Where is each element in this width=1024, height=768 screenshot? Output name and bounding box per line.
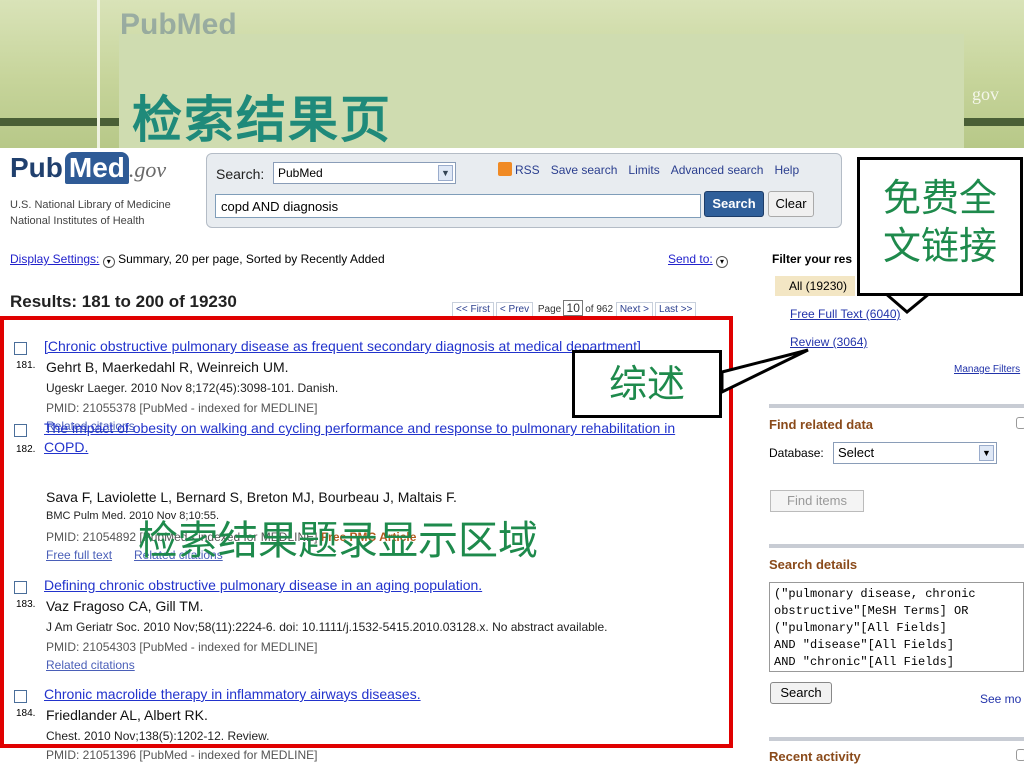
callout-line1: 免费全: [882, 176, 997, 220]
review-callout-pointer: [720, 348, 809, 395]
review-callout: 综述: [572, 350, 722, 418]
callout-line2: 文链接: [882, 224, 997, 268]
callout-pointers: [720, 291, 935, 395]
free-full-text-callout: 免费全 文链接: [857, 157, 1023, 296]
